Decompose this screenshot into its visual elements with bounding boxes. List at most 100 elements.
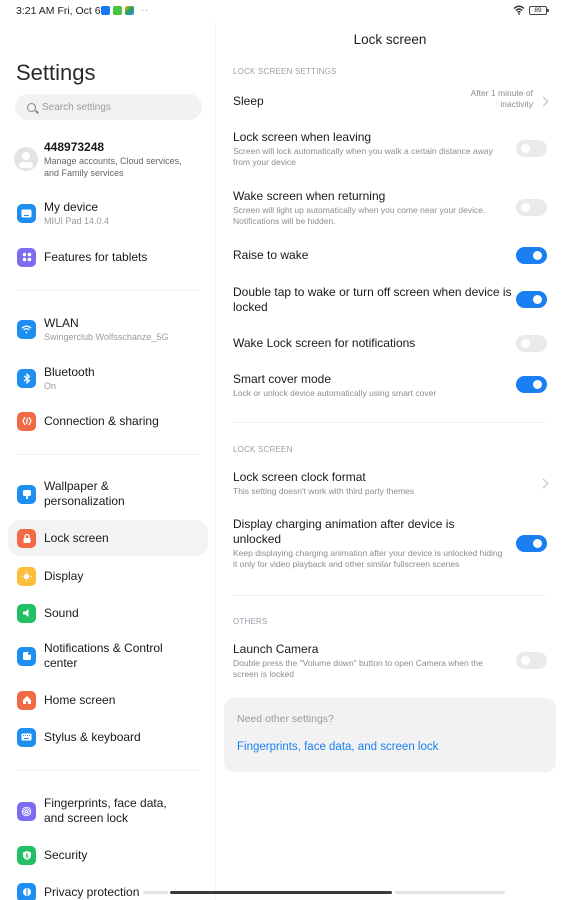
sidebar-item-fingerprints[interactable]: Fingerprints, face data, and screen lock [8,794,208,828]
lock-when-leaving-toggle[interactable] [516,140,547,157]
wifi-icon [17,319,36,339]
wake-when-returning-toggle[interactable] [516,199,547,216]
double-tap-row: Double tap to wake or turn off screen wh… [233,285,547,315]
sidebar-item-security[interactable]: Security [8,844,208,866]
sidebar-item-label: Fingerprints, face data, and screen lock [44,796,167,825]
home-indicator[interactable] [170,891,392,894]
connection-icon [17,411,36,431]
lock-icon [17,528,36,548]
shield-icon [17,845,36,865]
status-time: 3:21 AM Fri, Oct 6 [16,5,101,17]
sun-icon [17,566,36,586]
section-divider [233,422,545,423]
sidebar-item-lock-screen[interactable]: Lock screen [8,520,208,556]
sidebar-item-wallpaper[interactable]: Wallpaper & personalization [8,477,208,511]
more-notifications-icon: ·· [141,5,149,15]
sidebar-item-my-device[interactable]: My device MIUI Pad 14.0.4 [8,196,208,230]
lock-when-leaving-row: Lock screen when leaving Screen will loc… [233,130,547,168]
sidebar-item-sub: On [44,380,57,391]
system-icons: 89 [513,5,549,15]
avatar [14,147,38,171]
sidebar: Settings 448973248 Manage accounts, Clou… [0,22,216,900]
row-title: Double tap to wake or turn off screen wh… [233,285,512,314]
row-title: Wake Lock screen for notifications [233,336,416,350]
sidebar-item-label: Features for tablets [44,249,148,264]
sidebar-item-label: Security [44,847,88,862]
page-title: Lock screen [353,32,427,47]
sleep-row[interactable]: Sleep After 1 minute of inactivity [233,88,549,116]
launch-camera-toggle[interactable] [516,652,547,669]
sidebar-item-label: Wallpaper & personalization [44,479,125,508]
raise-to-wake-toggle[interactable] [516,247,547,264]
charging-animation-toggle[interactable] [516,535,547,552]
clock-format-row[interactable]: Lock screen clock format This setting do… [233,470,549,497]
row-subtitle: Screen will light up automatically when … [233,205,486,226]
account-subtitle: Manage accounts, Cloud services, and Fam… [44,155,182,178]
row-title: Launch Camera [233,642,319,656]
raise-to-wake-row: Raise to wake [233,247,547,264]
keyboard-icon [17,727,36,747]
row-title: Wake screen when returning [233,189,386,203]
battery-icon: 89 [529,5,549,15]
sidebar-item-label: Display [44,568,84,583]
sidebar-divider [16,290,200,291]
sidebar-item-label: Connection & sharing [44,413,159,428]
notification-icon [17,646,36,666]
wifi-icon [513,5,525,15]
section-header-lock-screen: LOCK SCREEN [233,445,293,454]
search-icon [27,102,36,112]
sidebar-divider [16,454,200,455]
sidebar-item-stylus-keyboard[interactable]: Stylus & keyboard [8,726,208,748]
settings-screen: 3:21 AM Fri, Oct 6 ·· 89 Settings Search… [0,0,563,900]
bluetooth-icon [17,368,36,388]
smart-cover-row: Smart cover mode Lock or unlock device a… [233,372,547,399]
section-header-lock-screen-settings: LOCK SCREEN SETTINGS [233,67,337,76]
sidebar-item-notifications[interactable]: Notifications & Control center [8,639,208,673]
card-question: Need other settings? [237,713,334,725]
account-item[interactable]: 448973248 Manage accounts, Cloud service… [8,137,208,181]
double-tap-toggle[interactable] [516,291,547,308]
row-subtitle: This setting doesn't work with third par… [233,486,415,496]
fingerprint-icon [17,801,36,821]
speaker-icon [17,603,36,623]
row-subtitle: Keep displaying charging animation after… [233,548,503,569]
wallpaper-icon [17,484,36,504]
lock-screen-panel: Lock screen LOCK SCREEN SETTINGS Sleep A… [217,22,563,900]
row-subtitle: Double press the "Volume down" button to… [233,658,483,679]
sidebar-item-bluetooth[interactable]: Bluetooth On [8,361,208,395]
wake-when-returning-row: Wake screen when returning Screen will l… [233,189,547,227]
sidebar-item-label: Privacy protection [44,884,140,899]
other-settings-card: Need other settings? Fingerprints, face … [224,698,556,772]
notification-icons: ·· [101,5,149,15]
sidebar-item-sub: Swingerclub Wolfsschanze_5G [44,331,169,342]
sidebar-item-sub: MIUI Pad 14.0.4 [44,215,110,226]
device-icon [17,203,36,223]
sidebar-item-label: My device [44,199,99,214]
wake-for-notifications-toggle[interactable] [516,335,547,352]
wechat-icon [113,5,122,15]
search-input[interactable] [42,101,192,113]
fingerprints-link[interactable]: Fingerprints, face data, and screen lock [237,741,438,753]
search-bar[interactable] [15,94,202,120]
sidebar-item-label: WLAN [44,315,79,330]
sidebar-title: Settings [16,60,96,85]
sidebar-item-connection-sharing[interactable]: Connection & sharing [8,410,208,432]
row-title: Smart cover mode [233,372,332,386]
row-title: Raise to wake [233,248,309,262]
smart-cover-toggle[interactable] [516,376,547,393]
status-bar: 3:21 AM Fri, Oct 6 ·· 89 [0,0,563,22]
sidebar-item-home-screen[interactable]: Home screen [8,689,208,711]
sidebar-item-sound[interactable]: Sound [8,602,208,624]
sleep-value: After 1 minute of inactivity [470,88,533,109]
chevron-right-icon [538,478,549,489]
sidebar-item-display[interactable]: Display [8,565,208,587]
sidebar-item-features-for-tablets[interactable]: Features for tablets [8,246,208,268]
row-subtitle: Screen will lock automatically when you … [233,146,493,167]
sidebar-divider [16,770,200,771]
wake-for-notifications-row: Wake Lock screen for notifications [233,335,547,352]
row-title: Display charging animation after device … [233,517,455,546]
facebook-icon [101,5,110,15]
grid-icon [17,247,36,267]
privacy-icon [17,882,36,900]
sidebar-item-wlan[interactable]: WLAN Swingerclub Wolfsschanze_5G [8,312,208,346]
